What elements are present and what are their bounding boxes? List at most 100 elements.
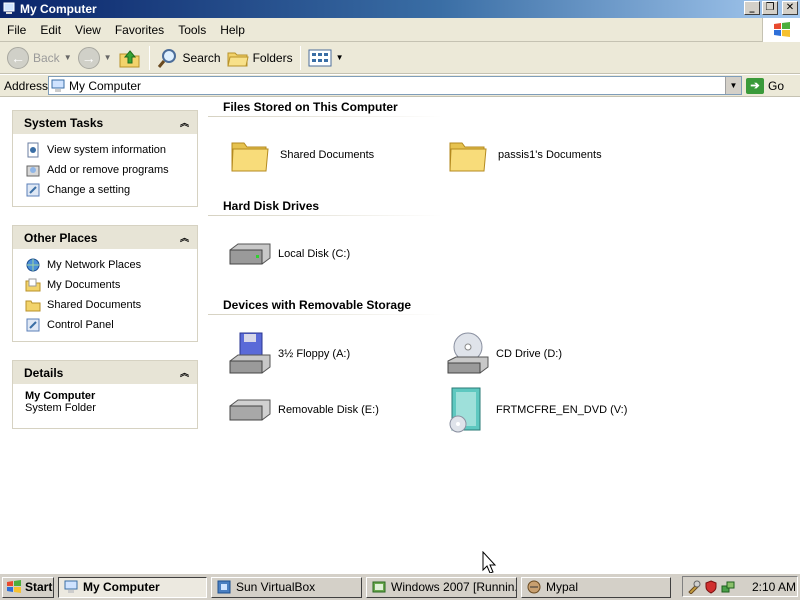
minimize-button[interactable]: _ (744, 1, 760, 15)
floppy-drive-icon (229, 332, 271, 374)
menu-bar: File Edit View Favorites Tools Help (0, 18, 800, 42)
go-arrow-icon: ➔ (746, 77, 764, 94)
panel-title: System Tasks (24, 115, 104, 130)
my-documents-link[interactable]: My Documents (25, 275, 197, 295)
item-label: Shared Documents (280, 149, 375, 161)
chevron-down-icon[interactable]: ▼ (64, 53, 72, 62)
start-button[interactable]: Start (2, 576, 54, 598)
my-computer-icon (51, 79, 65, 92)
dvd-drive-v-item[interactable]: FRTMCFRE_EN_DVD (V:) (444, 386, 627, 434)
start-label: Start (25, 580, 53, 594)
view-system-information-link[interactable]: View system information (25, 140, 197, 160)
group-removable-storage: Devices with Removable Storage (223, 298, 412, 312)
mypal-browser-icon (527, 580, 541, 594)
address-label: Address (4, 78, 49, 93)
add-remove-programs-icon (26, 165, 40, 177)
my-network-places-link[interactable]: My Network Places (25, 255, 197, 275)
floppy-a-item[interactable]: 3½ Floppy (A:) (226, 331, 350, 377)
menu-view[interactable]: View (68, 23, 108, 37)
folders-icon (226, 52, 249, 66)
search-button[interactable]: Search (154, 45, 224, 71)
link-label: Control Panel (47, 319, 114, 331)
folders-button[interactable]: Folders (224, 45, 296, 71)
link-label: Add or remove programs (47, 164, 169, 176)
panel-title: Details (24, 365, 64, 380)
chevron-down-icon[interactable]: ▼ (336, 53, 344, 62)
go-button[interactable]: ➔ Go (746, 77, 785, 94)
details-name: My Computer (25, 390, 96, 402)
virtualbox-icon (217, 580, 231, 594)
windows-logo-icon (762, 18, 800, 42)
item-label: Removable Disk (E:) (278, 404, 379, 416)
taskbar: Start My Computer Sun VirtualBox Windows… (0, 573, 800, 600)
back-label: Back (33, 50, 60, 65)
group-divider (208, 215, 443, 216)
chevron-down-icon[interactable]: ▼ (104, 53, 112, 62)
taskbar-windows-2007[interactable]: Windows 2007 [Runnin... (366, 576, 517, 598)
collapse-icon[interactable]: ︽ (180, 116, 189, 129)
forward-button[interactable]: → ▼ (75, 45, 115, 71)
restore-button[interactable]: ❐ (762, 1, 778, 15)
content-pane: Files Stored on This Computer Shared Doc… (208, 98, 800, 573)
panel-title: Other Places (24, 230, 98, 245)
taskbar-sun-virtualbox[interactable]: Sun VirtualBox (211, 576, 362, 598)
group-hard-disk-drives: Hard Disk Drives (223, 199, 320, 213)
views-button[interactable]: ▼ (305, 45, 347, 71)
cd-drive-d-item[interactable]: CD Drive (D:) (444, 331, 562, 377)
add-remove-programs-link[interactable]: Add or remove programs (25, 160, 197, 180)
details-header[interactable]: Details ︽ (13, 361, 197, 384)
removable-disk-icon (229, 399, 271, 421)
toolbar: ← Back ▼ → ▼ Search Folders ▼ (0, 42, 800, 74)
up-folder-button[interactable] (115, 45, 145, 71)
other-places-header[interactable]: Other Places ︽ (13, 226, 197, 249)
link-label: Change a setting (47, 184, 131, 196)
go-label: Go (768, 78, 785, 93)
views-icon (308, 49, 332, 66)
task-label: My Computer (83, 580, 160, 594)
system-info-icon (27, 142, 39, 158)
shared-documents-item[interactable]: Shared Documents (230, 135, 374, 175)
address-dropdown-button[interactable]: ▼ (725, 77, 741, 94)
network-icon[interactable] (721, 580, 735, 594)
security-shield-icon[interactable] (704, 579, 718, 594)
title-bar[interactable]: My Computer _ ❐ ✕ (0, 0, 800, 18)
shared-documents-link[interactable]: Shared Documents (25, 295, 197, 315)
tray-tools-icon[interactable] (687, 580, 701, 594)
my-documents-icon (25, 278, 41, 292)
menu-help[interactable]: Help (213, 23, 252, 37)
system-tasks-header[interactable]: System Tasks ︽ (13, 111, 197, 134)
group-files-stored: Files Stored on This Computer (223, 100, 398, 114)
link-label: My Documents (47, 279, 121, 291)
menu-edit[interactable]: Edit (33, 23, 68, 37)
menu-file[interactable]: File (0, 23, 33, 37)
menu-tools[interactable]: Tools (171, 23, 213, 37)
control-panel-icon (26, 318, 40, 332)
back-button[interactable]: ← Back ▼ (4, 45, 75, 71)
local-disk-c-item[interactable]: Local Disk (C:) (226, 234, 350, 274)
task-pane: System Tasks ︽ View system information A… (0, 98, 208, 573)
task-label: Windows 2007 [Runnin... (391, 580, 517, 594)
virtual-machine-icon (372, 581, 386, 593)
folder-icon (231, 142, 269, 172)
taskbar-my-computer[interactable]: My Computer (58, 576, 207, 598)
clock[interactable]: 2:10 AM (752, 580, 796, 594)
my-computer-icon (3, 2, 15, 14)
collapse-icon[interactable]: ︽ (180, 231, 189, 244)
window-title: My Computer (20, 2, 97, 16)
change-setting-link[interactable]: Change a setting (25, 180, 197, 200)
item-label: CD Drive (D:) (496, 348, 562, 360)
removable-disk-e-item[interactable]: Removable Disk (E:) (226, 390, 379, 430)
dvd-disc-icon (449, 387, 481, 433)
control-panel-link[interactable]: Control Panel (25, 315, 197, 335)
details-type: System Folder (25, 402, 96, 414)
cd-drive-icon (447, 332, 489, 374)
back-arrow-icon: ← (7, 46, 29, 69)
user-documents-item[interactable]: passis1's Documents (448, 135, 602, 175)
link-label: View system information (47, 144, 167, 156)
address-input[interactable]: My Computer ▼ (48, 76, 742, 95)
collapse-icon[interactable]: ︽ (180, 366, 189, 379)
windows-logo-icon (7, 580, 21, 593)
taskbar-mypal[interactable]: Mypal (521, 576, 671, 598)
menu-favorites[interactable]: Favorites (108, 23, 171, 37)
close-button[interactable]: ✕ (782, 1, 798, 15)
